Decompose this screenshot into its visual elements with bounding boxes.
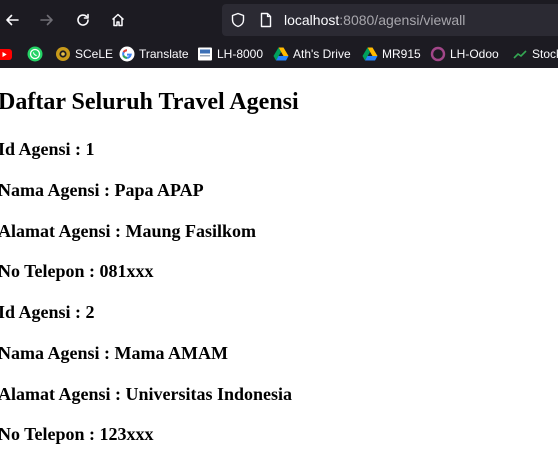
drive-icon bbox=[362, 47, 378, 61]
agency-address: Alamat Agensi : Maung Fasilkom bbox=[0, 221, 257, 241]
drive-icon bbox=[273, 47, 289, 61]
url-text[interactable]: localhost:8080/agensi/viewall bbox=[284, 12, 465, 28]
stock-icon bbox=[513, 50, 527, 59]
bookmark-aths-drive[interactable]: Ath's Drive bbox=[273, 44, 351, 64]
agency-phone: No Telepon : 081xxx bbox=[0, 261, 154, 281]
agency-name: Nama Agensi : Papa APAP bbox=[0, 180, 204, 200]
forward-arrow-icon bbox=[40, 14, 53, 26]
bookmark-translate[interactable]: Translate bbox=[119, 44, 189, 64]
youtube-icon bbox=[0, 49, 12, 60]
agency-address: Alamat Agensi : Universitas Indonesia bbox=[0, 384, 293, 404]
home-icon bbox=[111, 13, 125, 27]
page-info-icon[interactable] bbox=[258, 12, 274, 28]
address-bar[interactable]: localhost:8080/agensi/viewall bbox=[222, 4, 558, 36]
agency-id: Id Agensi : 2 bbox=[0, 302, 95, 322]
bookmark-label: Ath's Drive bbox=[293, 47, 351, 61]
bookmark-lh-odoo[interactable]: LH-Odoo bbox=[430, 44, 499, 64]
tracking-protection-shield-icon[interactable] bbox=[230, 12, 246, 28]
reload-button[interactable] bbox=[67, 4, 99, 36]
reload-icon bbox=[77, 13, 89, 26]
agency-id: Id Agensi : 1 bbox=[0, 139, 95, 159]
bookmark-label: Stock bbox=[532, 47, 558, 61]
bookmark-youtube[interactable] bbox=[0, 44, 16, 64]
bookmark-mr915[interactable]: MR915 bbox=[362, 44, 421, 64]
browser-chrome: localhost:8080/agensi/viewall SCeLE Tran… bbox=[0, 0, 558, 68]
bookmarks-toolbar: SCeLE Translate LH-8000 Ath's Drive MR91… bbox=[0, 40, 558, 68]
bookmark-label: LH-8000 bbox=[217, 47, 264, 61]
back-arrow-icon bbox=[6, 14, 19, 26]
agency-phone: No Telepon : 123xxx bbox=[0, 424, 154, 444]
navigation-toolbar: localhost:8080/agensi/viewall bbox=[0, 0, 558, 40]
whatsapp-icon bbox=[27, 46, 43, 62]
bookmark-label: MR915 bbox=[382, 47, 421, 61]
bookmark-label: Translate bbox=[139, 47, 189, 61]
home-button[interactable] bbox=[102, 4, 134, 36]
page-title: Daftar Seluruh Travel Agensi bbox=[0, 89, 299, 115]
url-host: localhost bbox=[284, 12, 340, 28]
bookmark-label: LH-Odoo bbox=[450, 47, 499, 61]
back-button[interactable] bbox=[0, 4, 28, 36]
bookmark-stock[interactable]: Stock bbox=[512, 44, 558, 64]
lh-icon bbox=[198, 47, 212, 61]
bookmark-scele[interactable]: SCeLE bbox=[55, 44, 113, 64]
odoo-icon bbox=[430, 46, 446, 62]
url-path: :8080/agensi/viewall bbox=[339, 12, 466, 28]
scele-icon bbox=[56, 47, 70, 61]
forward-button[interactable] bbox=[31, 4, 63, 36]
bookmark-lh-8000[interactable]: LH-8000 bbox=[197, 44, 263, 64]
bookmark-whatsapp[interactable] bbox=[27, 44, 47, 64]
google-icon bbox=[119, 46, 135, 62]
bookmark-label: SCeLE bbox=[75, 47, 114, 61]
agency-name: Nama Agensi : Mama AMAM bbox=[0, 343, 228, 363]
